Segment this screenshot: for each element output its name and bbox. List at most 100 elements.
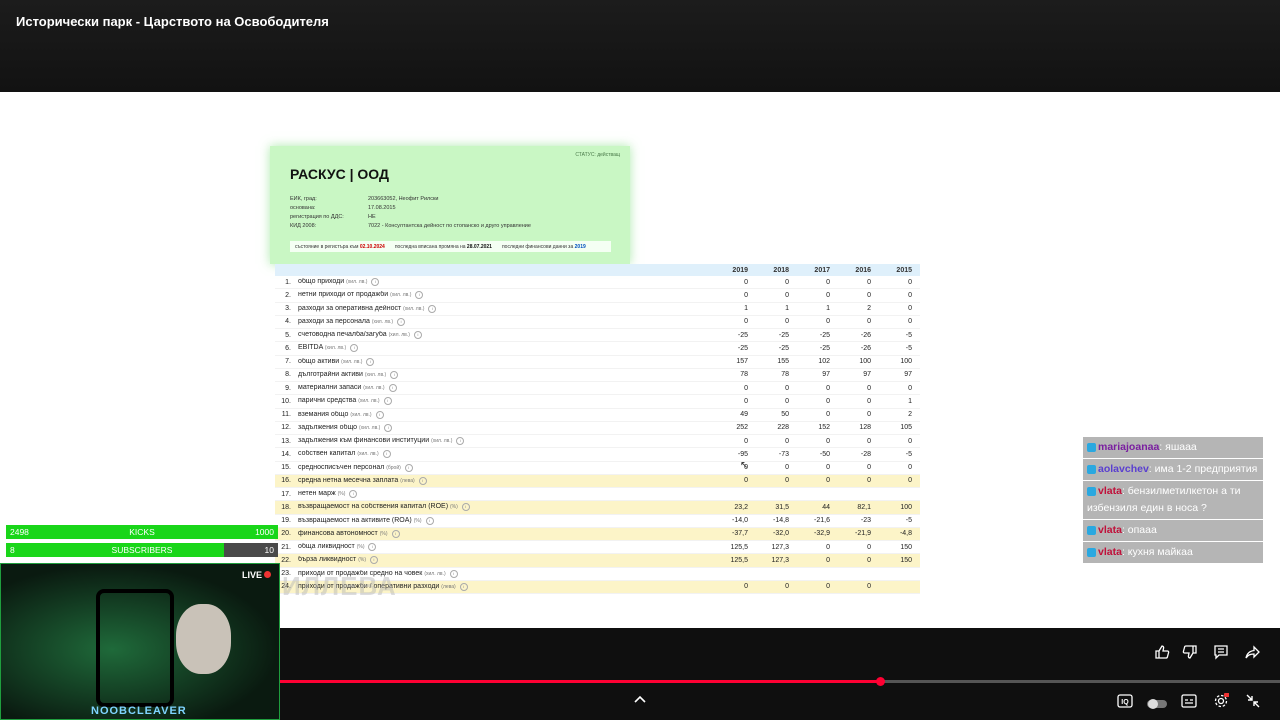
autoplay-toggle-icon[interactable] [1147, 696, 1167, 712]
info-icon[interactable]: i [391, 529, 400, 538]
info-icon[interactable]: i [449, 569, 458, 578]
row-number: 11. [281, 411, 291, 419]
value-cell: 128 [859, 424, 871, 432]
info-icon[interactable]: i [366, 357, 375, 366]
info-icon[interactable]: i [425, 516, 434, 525]
row-label-cell: общо активи (хил. лв.) i [298, 357, 707, 366]
row-unit: (хил. лв.) [431, 438, 453, 445]
row-label: задължения общо [298, 423, 358, 431]
table-row: 16. средна нетна месечна заплата (лева) i 0… [275, 474, 920, 488]
row-unit: (хил. лв.) [357, 451, 379, 458]
like-icon[interactable] [1154, 644, 1170, 663]
row-label-cell: собствен капитал (хил. лв.) i [298, 450, 707, 459]
row-unit: (хил. лв.) [346, 279, 368, 286]
table-row: 21. обща ликвидност (%) i 125,5 127,3 0 0 150 [275, 541, 920, 555]
info-icon[interactable]: i [369, 556, 378, 565]
progress-scrubber[interactable] [876, 677, 885, 686]
value-cell: 82,1 [857, 503, 871, 511]
value-cell: 0 [785, 477, 789, 485]
info-icon[interactable]: i [428, 304, 437, 313]
value-cell: 157 [736, 358, 748, 366]
value-cell: 0 [867, 464, 871, 472]
info-icon[interactable]: i [404, 463, 413, 472]
row-unit: (хил. лв.) [359, 424, 381, 431]
value-cell: 228 [777, 424, 789, 432]
comments-icon[interactable] [1213, 644, 1229, 663]
info-icon[interactable]: i [382, 450, 391, 459]
info-icon[interactable]: i [461, 503, 470, 512]
exit-fullscreen-icon[interactable] [1245, 693, 1261, 712]
row-unit: (хил. лв.) [363, 385, 385, 392]
value-cell: 31,5 [775, 503, 789, 511]
chat-username[interactable]: vlata [1098, 546, 1122, 558]
value-cell: 0 [908, 318, 912, 326]
info-icon[interactable]: i [415, 291, 424, 300]
row-number: 13. [281, 437, 291, 445]
chat-username[interactable]: aolavchev [1098, 463, 1149, 475]
chat-username[interactable]: vlata [1098, 485, 1122, 497]
value-cell: 0 [867, 411, 871, 419]
iq-icon[interactable]: IQ [1117, 693, 1133, 712]
row-unit: (%) [413, 517, 422, 524]
row-number: 6. [285, 344, 291, 352]
row-unit: (хил. лв.) [388, 332, 410, 339]
value-cell: 0 [785, 464, 789, 472]
info-icon[interactable]: i [371, 278, 380, 287]
change-label: последна вписана промяна на [394, 243, 466, 250]
registry-label: състояние в регистъра към [295, 243, 359, 250]
detail-value: 203663052, Неофит Рилски [368, 195, 439, 202]
goal-current: 8 [10, 545, 15, 555]
info-icon[interactable]: i [349, 490, 358, 499]
info-icon[interactable]: i [397, 317, 406, 326]
video-title[interactable]: Исторически парк - Царството на Освободи… [16, 14, 329, 29]
info-icon[interactable]: i [388, 384, 397, 393]
registry-date: 02.10.2024 [359, 243, 385, 250]
dislike-icon[interactable] [1182, 644, 1198, 663]
gaming-chair [96, 589, 174, 707]
goal-current: 2498 [10, 527, 29, 537]
chat-username[interactable]: mariajoanaa [1098, 441, 1159, 453]
info-icon[interactable]: i [459, 582, 468, 591]
info-icon[interactable]: i [384, 423, 393, 432]
value-cell: 0 [744, 291, 748, 299]
row-label-cell: бърза ликвидност (%) i [298, 556, 707, 565]
subtitles-icon[interactable] [1181, 694, 1197, 711]
value-cell: 0 [826, 543, 830, 551]
row-number: 15. [281, 464, 291, 472]
row-unit: (хил. лв.) [390, 292, 412, 299]
value-cell: -26 [860, 331, 871, 339]
value-cell: -28 [860, 450, 871, 458]
row-label: общо приходи [298, 278, 345, 286]
info-icon[interactable]: i [456, 437, 465, 446]
row-label-cell: вземания общо (хил. лв.) i [298, 410, 707, 419]
info-icon[interactable]: i [350, 344, 359, 353]
row-number: 14. [281, 450, 291, 458]
info-icon[interactable]: i [418, 476, 427, 485]
info-icon[interactable]: i [368, 543, 377, 552]
value-cell: 102 [818, 358, 830, 366]
chat-username[interactable]: vlata [1098, 524, 1122, 536]
share-icon[interactable] [1245, 644, 1261, 663]
year-header: 2018 [773, 266, 789, 274]
value-cell: 0 [867, 543, 871, 551]
table-row: 11. вземания общо (хил. лв.) i 49 50 0 0 2 [275, 409, 920, 422]
value-cell: 152 [818, 424, 830, 432]
value-cell: 78 [740, 371, 748, 379]
value-cell: -32,0 [773, 530, 789, 538]
row-unit: (хил. лв.) [350, 411, 372, 418]
settings-icon[interactable] [1213, 693, 1230, 712]
chevron-up-icon[interactable] [633, 693, 647, 710]
row-number: 9. [285, 384, 291, 392]
value-cell: 0 [785, 291, 789, 299]
video-progress-bar[interactable] [280, 677, 1280, 686]
chat-text: : яшааа [1159, 441, 1197, 453]
info-icon[interactable]: i [390, 370, 399, 379]
info-icon[interactable]: i [383, 397, 392, 406]
info-icon[interactable]: i [375, 410, 384, 419]
row-label-cell: парични средства (хил. лв.) i [298, 397, 707, 406]
value-cell: -37,7 [732, 530, 748, 538]
value-cell: -25 [737, 344, 748, 352]
detail-key: регистрация по ДДС: [290, 213, 344, 220]
info-icon[interactable]: i [413, 331, 422, 340]
row-label: средна нетна месечна заплата [298, 476, 399, 484]
